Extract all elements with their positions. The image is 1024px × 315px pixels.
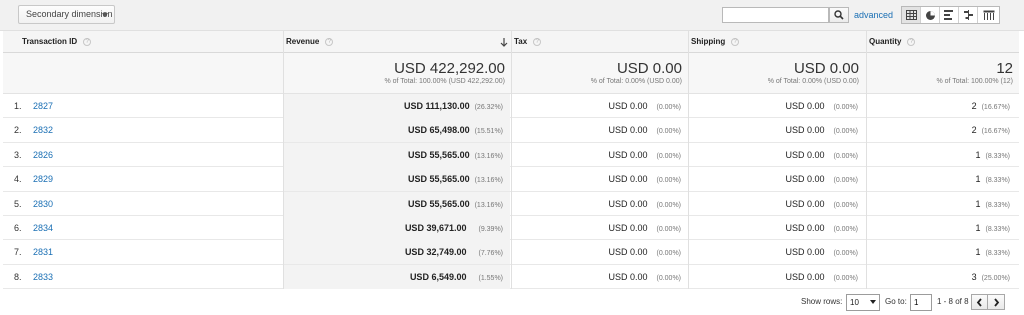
shipping-cell: USD 0.00 (0.00%)	[785, 174, 858, 185]
revenue-cell: USD 6,549.00 (1.55%)	[283, 264, 510, 289]
transaction-id-link[interactable]: 2827	[33, 94, 53, 118]
row-index: 4.	[14, 174, 22, 185]
pivot-view-icon	[983, 10, 994, 20]
revenue-cell: USD 39,671.00 (9.39%)	[283, 215, 510, 240]
transaction-id-link[interactable]: 2830	[33, 192, 53, 216]
search-icon	[834, 10, 844, 20]
pager	[971, 294, 1005, 310]
row-index: 6.	[14, 222, 22, 233]
secondary-dimension-label: Secondary dimension	[26, 9, 113, 19]
revenue-total: USD 422,292.00 % of Total: 100.00% (USD …	[384, 60, 505, 85]
search-button[interactable]	[829, 7, 849, 23]
tax-cell: USD 0.00 (0.00%)	[608, 247, 681, 258]
shipping-cell: USD 0.00 (0.00%)	[785, 125, 858, 136]
tax-cell: USD 0.00 (0.00%)	[608, 222, 681, 233]
revenue-cell: USD 32,749.00 (7.76%)	[283, 240, 510, 265]
column-divider	[866, 31, 867, 289]
quantity-cell: 1 (8.33%)	[975, 247, 1010, 258]
row-index: 1.	[14, 101, 22, 111]
column-header-revenue[interactable]: Revenue?	[286, 31, 334, 53]
row-index: 5.	[14, 198, 22, 209]
quantity-cell: 1 (8.33%)	[975, 174, 1010, 185]
chevron-left-icon	[976, 297, 982, 307]
row-index: 7.	[14, 247, 22, 258]
help-icon[interactable]: ?	[83, 37, 92, 46]
bar-view-icon	[943, 10, 953, 20]
shipping-cell: USD 0.00 (0.00%)	[785, 271, 858, 282]
transaction-id-link[interactable]: 2834	[33, 216, 53, 240]
quantity-cell: 2 (16.67%)	[971, 125, 1010, 136]
column-divider	[511, 31, 512, 289]
column-divider	[688, 31, 689, 289]
bar-view-button[interactable]	[940, 7, 959, 23]
tax-total: USD 0.00 % of Total: 0.00% (USD 0.00)	[590, 60, 682, 85]
secondary-dimension-dropdown[interactable]: Secondary dimension	[18, 5, 115, 24]
comparison-view-button[interactable]	[959, 7, 978, 23]
goto-label: Go to:	[885, 297, 907, 306]
report-toolbar: Secondary dimension advanced	[0, 0, 1024, 31]
help-icon[interactable]: ?	[533, 37, 542, 46]
quantity-cell: 2 (16.67%)	[971, 101, 1010, 111]
transaction-id-link[interactable]: 2829	[33, 167, 53, 191]
tax-cell: USD 0.00 (0.00%)	[608, 174, 681, 185]
transaction-id-link[interactable]: 2832	[33, 118, 53, 142]
next-page-button[interactable]	[988, 294, 1005, 310]
pie-view-icon	[925, 10, 935, 20]
transaction-id-link[interactable]: 2826	[33, 143, 53, 167]
column-divider	[283, 31, 284, 289]
column-header-tax[interactable]: Tax?	[514, 31, 542, 53]
revenue-cell: USD 111,130.00 (26.32%)	[283, 94, 510, 118]
revenue-cell: USD 65,498.00 (15.51%)	[283, 118, 510, 143]
transaction-id-link[interactable]: 2831	[33, 240, 53, 264]
view-switcher	[901, 6, 1000, 24]
shipping-cell: USD 0.00 (0.00%)	[785, 149, 858, 160]
column-header-quantity[interactable]: Quantity?	[869, 31, 916, 53]
shipping-cell: USD 0.00 (0.00%)	[785, 198, 858, 209]
tax-cell: USD 0.00 (0.00%)	[608, 198, 681, 209]
table-view-icon	[905, 10, 917, 20]
quantity-cell: 1 (8.33%)	[975, 198, 1010, 209]
help-icon[interactable]: ?	[907, 37, 916, 46]
shipping-total: USD 0.00 % of Total: 0.00% (USD 0.00)	[767, 60, 859, 85]
chevron-down-icon	[102, 13, 108, 17]
pivot-view-button[interactable]	[978, 7, 999, 23]
row-index: 2.	[14, 125, 22, 136]
sort-descending-icon[interactable]	[500, 38, 508, 47]
quantity-cell: 1 (8.33%)	[975, 222, 1010, 233]
column-header-transaction-id[interactable]: Transaction ID?	[22, 31, 92, 53]
table-search-input[interactable]	[722, 7, 829, 23]
tax-cell: USD 0.00 (0.00%)	[608, 271, 681, 282]
shipping-cell: USD 0.00 (0.00%)	[785, 101, 858, 111]
revenue-cell: USD 55,565.00 (13.16%)	[283, 191, 510, 216]
row-index: 8.	[14, 271, 22, 282]
column-header-shipping[interactable]: Shipping?	[691, 31, 740, 53]
comparison-view-icon	[963, 10, 973, 20]
shipping-cell: USD 0.00 (0.00%)	[785, 247, 858, 258]
tax-cell: USD 0.00 (0.00%)	[608, 125, 681, 136]
quantity-cell: 3 (25.00%)	[971, 271, 1010, 282]
revenue-cell: USD 55,565.00 (13.16%)	[283, 142, 510, 167]
help-icon[interactable]: ?	[325, 37, 334, 46]
page-range: 1 - 8 of 8	[937, 297, 969, 306]
previous-page-button[interactable]	[971, 294, 988, 310]
revenue-cell: USD 55,565.00 (13.16%)	[283, 167, 510, 192]
tax-cell: USD 0.00 (0.00%)	[608, 101, 681, 111]
pagination-bar: Show rows: 10 Go to: 1 - 8 of 8	[0, 289, 1024, 315]
quantity-total: 12 % of Total: 100.00% (12)	[936, 60, 1013, 85]
tax-cell: USD 0.00 (0.00%)	[608, 149, 681, 160]
goto-page-input[interactable]	[910, 294, 932, 311]
pie-view-button[interactable]	[921, 7, 940, 23]
table-view-button[interactable]	[902, 7, 921, 23]
shipping-cell: USD 0.00 (0.00%)	[785, 222, 858, 233]
advanced-filter-link[interactable]: advanced	[854, 10, 893, 20]
chevron-down-icon	[870, 300, 876, 304]
show-rows-label: Show rows:	[801, 297, 843, 306]
help-icon[interactable]: ?	[731, 37, 740, 46]
rows-per-page-select[interactable]: 10	[846, 294, 880, 311]
row-index: 3.	[14, 149, 22, 160]
transaction-id-link[interactable]: 2833	[33, 265, 53, 289]
chevron-right-icon	[993, 297, 999, 307]
quantity-cell: 1 (8.33%)	[975, 149, 1010, 160]
